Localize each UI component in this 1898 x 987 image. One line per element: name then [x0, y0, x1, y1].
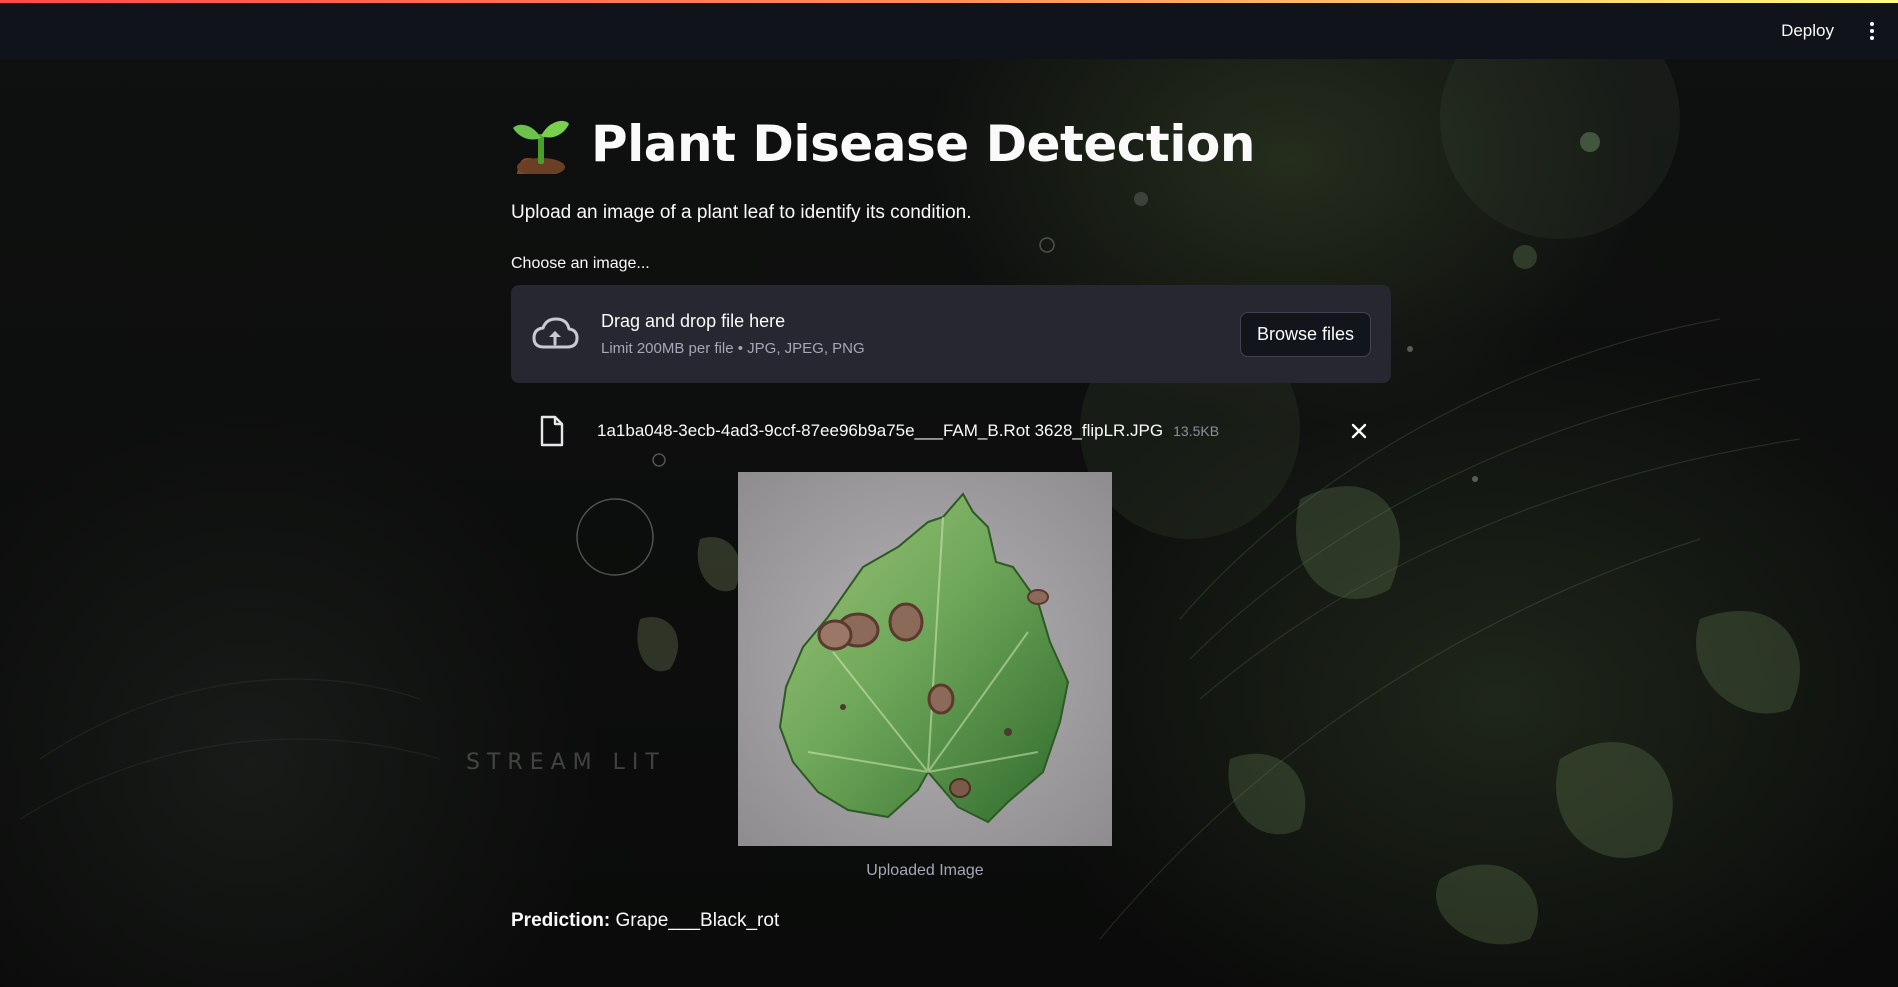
app-root: Deploy STREAM LIT Plant Disease Detectio…: [0, 0, 1898, 987]
dropzone-title: Drag and drop file here: [601, 311, 786, 331]
app-header: Deploy: [0, 3, 1898, 59]
cloud-upload-icon: [532, 317, 579, 349]
page-subtitle: Upload an image of a plant leaf to ident…: [511, 202, 972, 223]
title-row: Plant Disease Detection: [511, 114, 1255, 174]
streamlit-watermark: STREAM LIT: [466, 750, 666, 775]
remove-file-button[interactable]: [1347, 419, 1371, 443]
prediction-result: Prediction: Grape___Black_rot: [511, 910, 779, 932]
uploaded-file-name: 1a1ba048-3ecb-4ad3-9ccf-87ee96b9a75e___F…: [597, 421, 1164, 440]
image-caption: Uploaded Image: [866, 862, 984, 879]
page-title: Plant Disease Detection: [591, 115, 1255, 173]
close-icon: [1351, 423, 1367, 439]
file-uploader-label: Choose an image...: [511, 255, 650, 272]
browse-files-button[interactable]: Browse files: [1239, 311, 1371, 357]
uploaded-file-row: 1a1ba048-3ecb-4ad3-9ccf-87ee96b9a75e___F…: [511, 404, 1391, 458]
uploaded-file-size: 13.5KB: [1173, 423, 1220, 439]
file-icon: [540, 415, 564, 447]
sprout-icon: [513, 120, 569, 174]
deploy-button[interactable]: Deploy: [1769, 15, 1846, 47]
dropzone-text: Drag and drop file here Limit 200MB per …: [601, 311, 1240, 357]
dropzone-limit: Limit 200MB per file • JPG, JPEG, PNG: [601, 340, 865, 357]
uploaded-leaf-image: [738, 472, 1112, 846]
prediction-value: Grape___Black_rot: [615, 910, 780, 931]
file-dropzone[interactable]: Drag and drop file here Limit 200MB per …: [511, 285, 1391, 383]
prediction-label: Prediction:: [511, 910, 611, 931]
more-vertical-icon[interactable]: [1864, 20, 1880, 42]
uploaded-image-figure: Uploaded Image: [738, 472, 1112, 880]
